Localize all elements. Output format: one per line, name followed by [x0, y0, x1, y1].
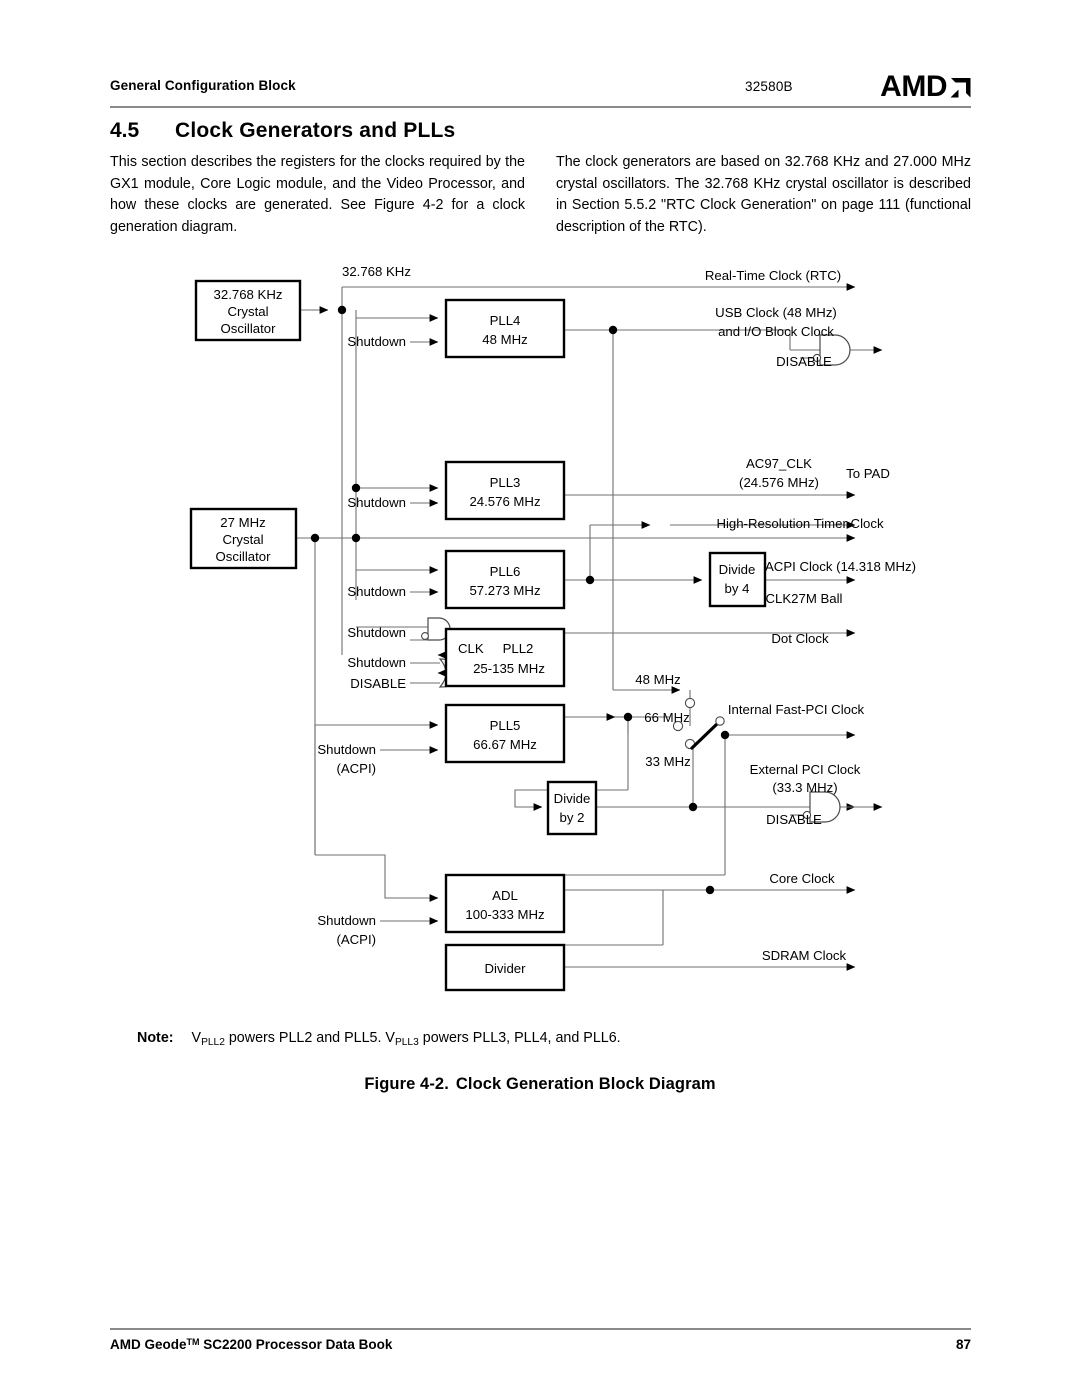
label-ext-pci-2: (33.3 MHz)	[772, 780, 837, 795]
datasheet-page: General Configuration Block 32580B AMD 4…	[0, 0, 1080, 1397]
label-shutdown-gate-or: Shutdown	[347, 655, 406, 670]
intro-paragraph-right: The clock generators are based on 32.768…	[556, 154, 971, 235]
header-document-number: 32580B	[745, 79, 793, 94]
figure-caption: Figure 4-2. Clock Generation Block Diagra…	[0, 1075, 1080, 1094]
footer-book-b: SC2200 Processor Data Book	[199, 1337, 393, 1353]
block-pll6: PLL6 57.273 MHz	[444, 549, 566, 610]
block-divider: Divider	[444, 943, 566, 992]
label-shutdown-pll3: Shutdown	[347, 495, 406, 510]
adl-line1: ADL	[492, 888, 518, 903]
body-column-right: The clock generators are based on 32.768…	[556, 152, 971, 238]
adl-line2: 100-333 MHz	[465, 907, 544, 922]
pll5-line1: PLL5	[490, 718, 521, 733]
section-number: 4.5	[110, 119, 140, 142]
divider-line1: Divider	[484, 961, 526, 976]
label-dot-clock: Dot Clock	[771, 631, 829, 646]
label-sdram-clock: SDRAM Clock	[762, 948, 847, 963]
figure-title: Clock Generation Block Diagram	[455, 1075, 716, 1093]
pll2-clk-label: CLK	[458, 641, 484, 656]
diagram-svg: 32.768 KHz Crystal Oscillator 27 MHz Cry…	[189, 264, 916, 992]
block-osc-32k: 32.768 KHz Crystal Oscillator	[194, 279, 302, 342]
label-mux-48: 48 MHz	[635, 672, 680, 687]
pll2-line1: PLL2	[503, 641, 534, 656]
osc-32k-line3: Oscillator	[221, 321, 277, 336]
divide2-line2: by 2	[560, 810, 585, 825]
page-title: Clock Generators and PLLs	[175, 119, 456, 142]
figure-note: Note: VPLL2 powers PLL2 and PLL5. VPLL3 p…	[137, 1030, 621, 1048]
footer-divider	[110, 1328, 971, 1330]
amd-arrow-icon	[949, 76, 972, 99]
note-sub1: PLL2	[201, 1036, 225, 1048]
footer-book-title: AMD GeodeTM SC2200 Processor Data Book	[110, 1337, 392, 1352]
amd-logo-text: AMD	[880, 70, 947, 103]
label-ac97-2: (24.576 MHz)	[739, 475, 819, 490]
clock-generation-block-diagram: 32.768 KHz Crystal Oscillator 27 MHz Cry…	[110, 255, 971, 1015]
pll2-line2: 25-135 MHz	[473, 661, 545, 676]
label-ac97-1: AC97_CLK	[746, 456, 812, 471]
label-usb-disable: DISABLE	[776, 354, 832, 369]
block-pll5: PLL5 66.67 MHz	[444, 703, 566, 764]
label-fast-pci: Internal Fast-PCI Clock	[728, 702, 865, 717]
label-to-pad: To PAD	[846, 466, 890, 481]
block-adl: ADL 100-333 MHz	[444, 873, 566, 934]
pll5-line2: 66.67 MHz	[473, 737, 537, 752]
pll4-line1: PLL4	[490, 313, 521, 328]
page-header: General Configuration Block 32580B AMD	[110, 72, 971, 102]
label-clk27m: CLK27M Ball	[766, 591, 843, 606]
block-divide-by-2: Divide by 2	[546, 780, 598, 836]
label-acpi-clock: ACPI Clock (14.318 MHz)	[765, 559, 916, 574]
label-mux-66: 66 MHz	[644, 710, 689, 725]
note-sub2: PLL3	[394, 1036, 419, 1048]
note-v1: V	[191, 1030, 202, 1046]
pll6-line2: 57.273 MHz	[469, 583, 540, 598]
pll4-line2: 48 MHz	[482, 332, 527, 347]
osc-32k-line1: 32.768 KHz	[214, 287, 283, 302]
header-section-title: General Configuration Block	[110, 78, 296, 93]
osc-27m-line3: Oscillator	[216, 549, 272, 564]
label-ext-pci-disable: DISABLE	[766, 812, 822, 827]
label-disable-pll2: DISABLE	[350, 676, 406, 691]
label-shutdown-adl-acpi: (ACPI)	[336, 932, 376, 947]
label-core-clock: Core Clock	[769, 871, 835, 886]
label-usb-2: and I/O Block Clock	[718, 324, 834, 339]
osc-27m-line1: 27 MHz	[220, 515, 265, 530]
footer-book-a: AMD Geode	[110, 1337, 187, 1353]
osc-27m-line2: Crystal	[222, 532, 263, 547]
pll3-line2: 24.576 MHz	[469, 494, 540, 509]
label-shutdown-gate-and: Shutdown	[347, 625, 406, 640]
block-divide-by-4: Divide by 4	[708, 551, 767, 608]
label-shutdown-adl: Shutdown	[317, 913, 376, 928]
label-shutdown-pll6: Shutdown	[347, 584, 406, 599]
block-pll3: PLL3 24.576 MHz	[444, 460, 566, 521]
divide2-line1: Divide	[554, 791, 591, 806]
intro-paragraph-left: This section describes the registers for…	[110, 154, 525, 235]
pll6-line1: PLL6	[490, 564, 521, 579]
label-usb-1: USB Clock (48 MHz)	[715, 305, 837, 320]
label-shutdown-pll4: Shutdown	[347, 334, 406, 349]
note-label: Note:	[137, 1030, 174, 1046]
label-hrt: High-Resolution Timer Clock	[716, 516, 884, 531]
amd-logo: AMD	[880, 72, 972, 102]
label-ext-pci-1: External PCI Clock	[750, 762, 861, 777]
label-mux-33: 33 MHz	[645, 754, 690, 769]
label-shutdown-pll5: Shutdown	[317, 742, 376, 757]
footer-page-number: 87	[955, 1337, 971, 1352]
figure-number: Figure 4-2.	[364, 1075, 449, 1093]
osc-32k-line2: Crystal	[227, 304, 268, 319]
block-pll4: PLL4 48 MHz	[444, 298, 566, 359]
label-src-32768: 32.768 KHz	[342, 264, 411, 279]
note-end: powers PLL3, PLL4, and PLL6.	[418, 1030, 621, 1046]
trademark-icon: TM	[186, 1337, 200, 1347]
label-shutdown-pll5-acpi: (ACPI)	[336, 761, 376, 776]
body-column-left: This section describes the registers for…	[110, 152, 525, 238]
pll3-line1: PLL3	[490, 475, 521, 490]
note-mid: powers PLL2 and PLL5. V	[224, 1030, 395, 1046]
block-osc-27m: 27 MHz Crystal Oscillator	[189, 507, 298, 570]
divide4-line2: by 4	[725, 581, 750, 596]
block-pll2: CLK PLL2 25-135 MHz	[444, 627, 566, 688]
divide4-line1: Divide	[719, 562, 756, 577]
label-rtc: Real-Time Clock (RTC)	[705, 268, 841, 283]
header-divider	[110, 106, 971, 108]
